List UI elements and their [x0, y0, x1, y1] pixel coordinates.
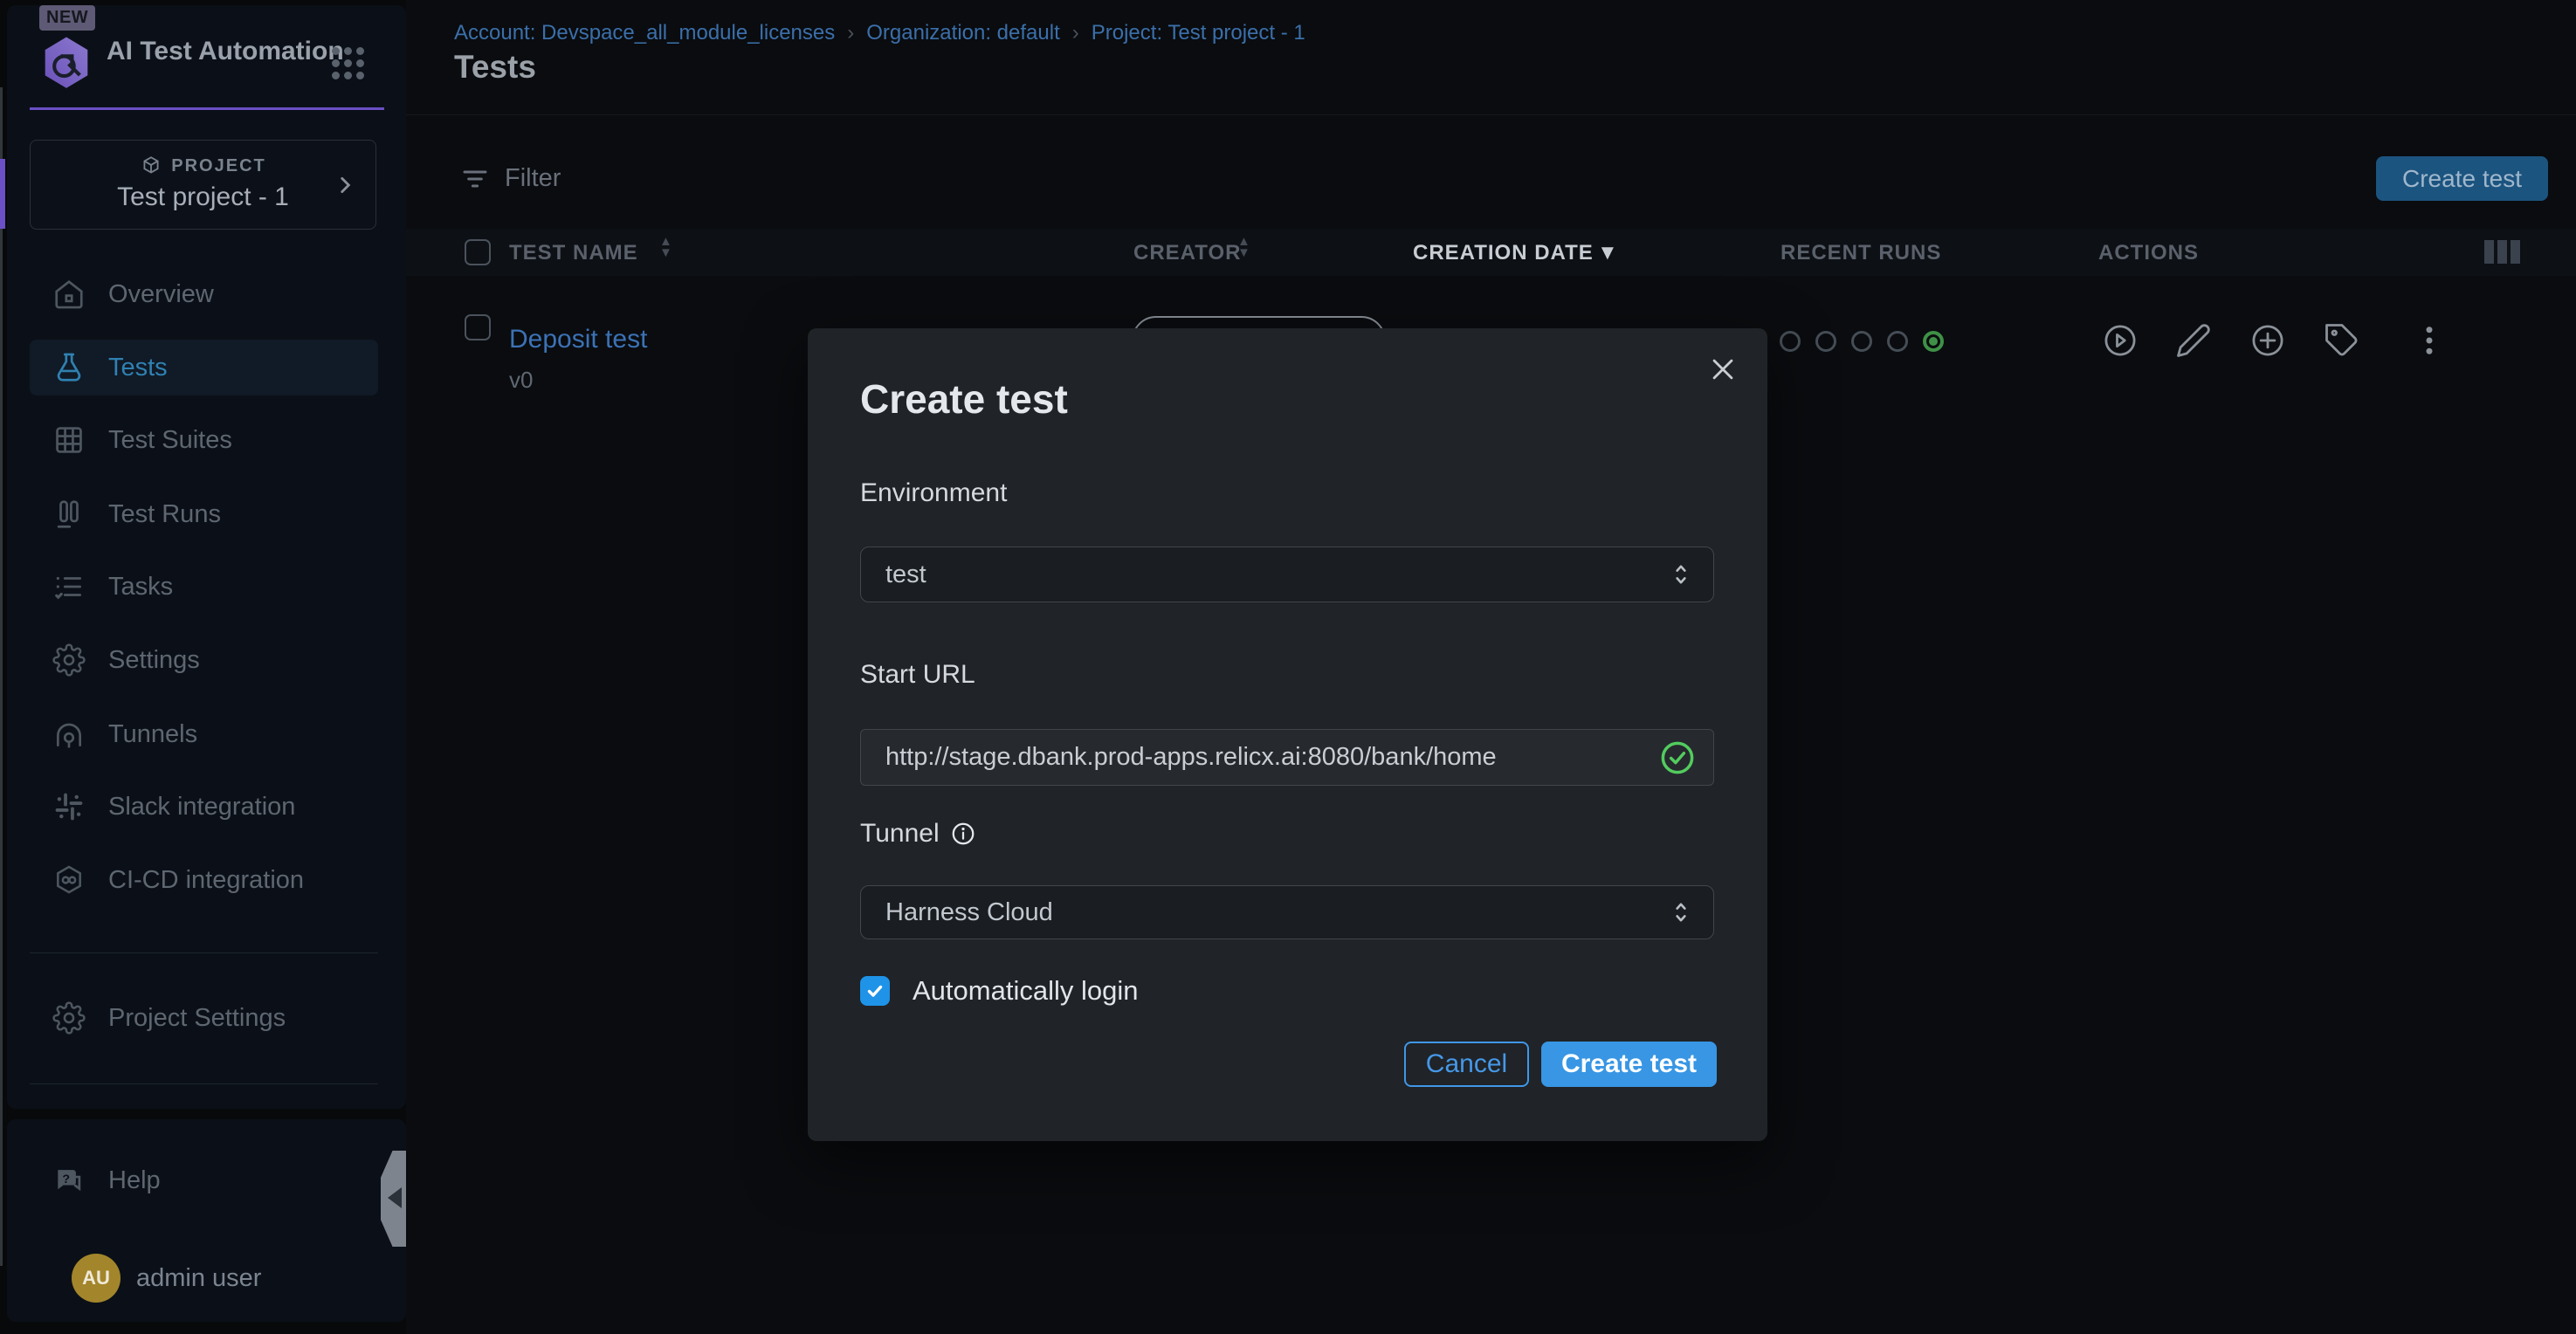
start-url-label: Start URL	[860, 660, 975, 690]
select-chevrons-icon	[1670, 560, 1692, 589]
auto-login-checkbox[interactable]	[860, 976, 890, 1006]
info-icon[interactable]	[950, 821, 976, 847]
tunnel-label: Tunnel	[860, 819, 976, 849]
environment-value: test	[885, 560, 926, 589]
cancel-button[interactable]: Cancel	[1404, 1042, 1529, 1087]
start-url-input[interactable]: http://stage.dbank.prod-apps.relicx.ai:8…	[860, 729, 1714, 786]
start-url-value: http://stage.dbank.prod-apps.relicx.ai:8…	[885, 743, 1497, 772]
environment-select[interactable]: test	[860, 547, 1714, 602]
select-chevrons-icon	[1670, 897, 1692, 927]
create-test-modal: Create test Environment test Start URL h…	[808, 328, 1767, 1141]
modal-title: Create test	[860, 375, 1068, 423]
create-test-submit-button[interactable]: Create test	[1541, 1042, 1717, 1087]
auto-login-label: Automatically login	[913, 975, 1138, 1007]
tunnel-select[interactable]: Harness Cloud	[860, 885, 1714, 939]
close-icon[interactable]	[1708, 354, 1738, 384]
tunnel-value: Harness Cloud	[885, 898, 1053, 927]
tunnel-label-text: Tunnel	[860, 819, 940, 849]
auto-login-row: Automatically login	[860, 975, 1138, 1007]
app-root: NEW AI Test Automation	[0, 0, 2576, 1334]
url-valid-check-icon	[1659, 739, 1696, 776]
environment-label: Environment	[860, 478, 1007, 508]
